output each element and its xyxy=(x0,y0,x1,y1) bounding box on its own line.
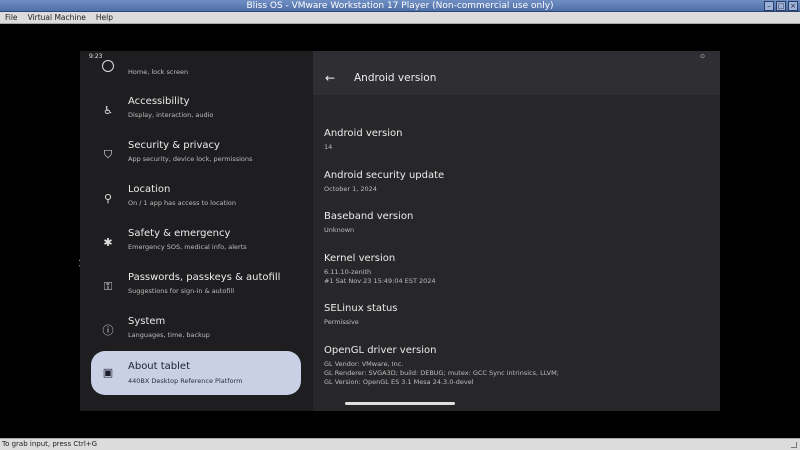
info-title: Baseband version xyxy=(324,211,414,222)
status-time: 9:23 xyxy=(89,53,103,60)
info-title: Android version xyxy=(324,128,403,139)
setting-label: Safety & emergency xyxy=(128,228,231,239)
info-selinux-status[interactable]: SELinux status Permissive xyxy=(324,303,398,327)
setting-item-passwords[interactable]: ⚿ Passwords, passkeys & autofill Suggest… xyxy=(91,267,301,307)
info-title: OpenGL driver version xyxy=(324,345,437,356)
location-pin-icon: ⚲ xyxy=(103,192,113,205)
setting-subtitle: Languages, time, backup xyxy=(128,331,210,339)
setting-item-about-tablet[interactable]: ▣ About tablet 440BX Desktop Reference P… xyxy=(91,351,301,395)
setting-item-accessibility[interactable]: ♿ Accessibility Display, interaction, au… xyxy=(91,91,301,131)
vmware-statusbar: To grab input, press Ctrl+G xyxy=(0,438,800,450)
setting-item-location[interactable]: ⚲ Location On / 1 app has access to loca… xyxy=(91,179,301,219)
setting-subtitle: Display, interaction, audio xyxy=(128,111,214,119)
key-icon: ⚿ xyxy=(103,280,113,293)
info-security-update[interactable]: Android security update October 1, 2024 xyxy=(324,170,444,194)
info-value: Unknown xyxy=(324,226,355,234)
shield-icon: ⛉ xyxy=(103,148,113,161)
partial-setting-subtitle: Home, lock screen xyxy=(128,68,189,76)
info-baseband-version[interactable]: Baseband version Unknown xyxy=(324,211,413,235)
info-value: 14 xyxy=(324,143,333,151)
setting-item-system[interactable]: ⓘ System Languages, time, backup xyxy=(91,311,301,351)
resize-grip-icon[interactable] xyxy=(791,442,797,448)
setting-item-safety-emergency[interactable]: ✱ Safety & emergency Emergency SOS, medi… xyxy=(91,223,301,263)
info-value: GL Vendor: VMware, Inc. GL Renderer: SVG… xyxy=(324,360,559,386)
setting-item-security-privacy[interactable]: ⛉ Security & privacy App security, devic… xyxy=(91,135,301,175)
info-title: Android security update xyxy=(324,170,445,181)
menu-virtual-machine[interactable]: Virtual Machine xyxy=(28,12,86,23)
setting-subtitle: App security, device lock, permissions xyxy=(128,155,253,163)
detail-pane: ⊙ ← Android version Android version 14 A… xyxy=(313,51,720,411)
setting-label: Passwords, passkeys & autofill xyxy=(128,272,281,283)
info-title: SELinux status xyxy=(324,303,398,314)
info-value: October 1, 2024 xyxy=(324,185,377,193)
menubar: File Virtual Machine Help xyxy=(0,12,800,24)
setting-label: Location xyxy=(128,184,171,195)
gesture-nav-handle[interactable] xyxy=(345,402,455,405)
setting-subtitle: Suggestions for sign-in & autofill xyxy=(128,287,235,295)
status-indicator-icon: ⊙ xyxy=(699,53,705,60)
settings-list-pane: 9:23 Home, lock screen ♿ Accessibility D… xyxy=(80,51,313,411)
wallpaper-icon xyxy=(102,60,114,72)
info-value: Permissive xyxy=(324,318,359,326)
android-screen[interactable]: 9:23 Home, lock screen ♿ Accessibility D… xyxy=(80,51,720,411)
info-icon: ⓘ xyxy=(102,324,114,337)
setting-subtitle: On / 1 app has access to location xyxy=(128,199,236,207)
window-titlebar: Bliss OS - VMware Workstation 17 Player … xyxy=(0,0,800,12)
grab-input-hint: To grab input, press Ctrl+G xyxy=(2,440,98,448)
setting-subtitle: 440BX Desktop Reference Platform xyxy=(128,377,243,385)
info-opengl-driver[interactable]: OpenGL driver version GL Vendor: VMware,… xyxy=(324,345,559,387)
window-title: Bliss OS - VMware Workstation 17 Player … xyxy=(246,1,554,11)
tablet-icon: ▣ xyxy=(102,366,114,379)
info-value: 6.11.10-zenith #1 Sat Nov 23 15:49:04 ES… xyxy=(324,268,436,285)
setting-subtitle: Emergency SOS, medical info, alerts xyxy=(128,243,247,251)
detail-app-bar: ⊙ ← Android version xyxy=(313,51,720,95)
setting-label: Security & privacy xyxy=(128,140,220,151)
maximize-button[interactable]: □ xyxy=(776,1,786,11)
info-android-version[interactable]: Android version 14 xyxy=(324,128,402,152)
minimize-button[interactable]: – xyxy=(764,1,774,11)
menu-file[interactable]: File xyxy=(5,12,18,23)
setting-label: Accessibility xyxy=(128,96,190,107)
back-arrow-icon[interactable]: ← xyxy=(325,71,335,85)
close-button[interactable]: × xyxy=(788,1,798,11)
asterisk-icon: ✱ xyxy=(103,236,113,249)
accessibility-icon: ♿ xyxy=(103,104,113,117)
page-title: Android version xyxy=(354,72,437,84)
menu-help[interactable]: Help xyxy=(96,12,113,23)
info-title: Kernel version xyxy=(324,253,396,264)
window-controls: – □ × xyxy=(764,1,798,11)
info-kernel-version[interactable]: Kernel version 6.11.10-zenith #1 Sat Nov… xyxy=(324,253,436,286)
setting-label: System xyxy=(128,316,166,327)
setting-label: About tablet xyxy=(128,361,190,372)
